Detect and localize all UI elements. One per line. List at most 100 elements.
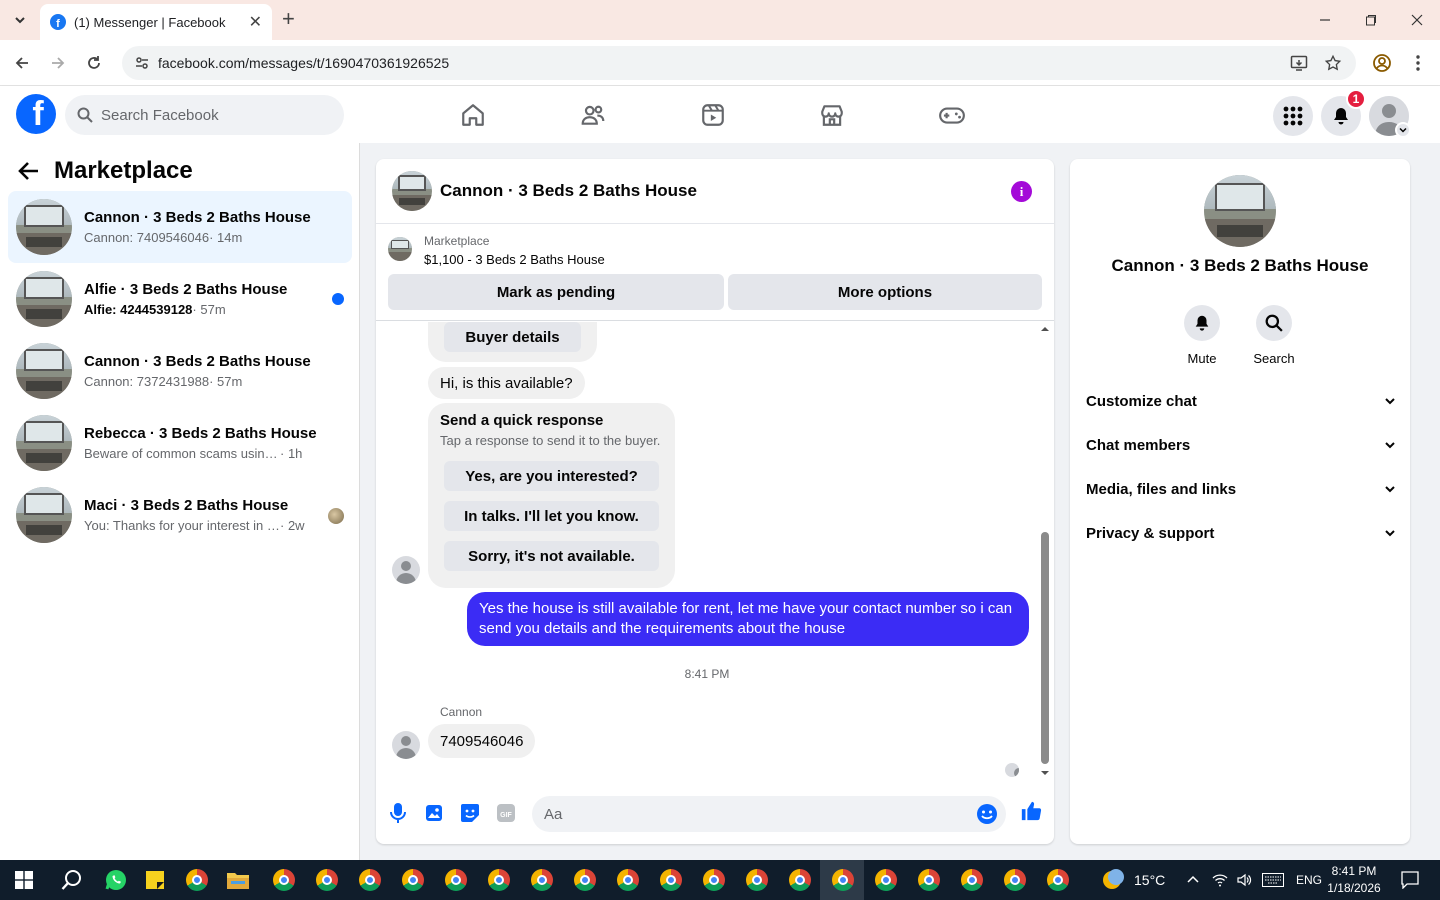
tab-search-button[interactable]	[8, 8, 32, 32]
gif-icon[interactable]: GIF	[495, 802, 517, 824]
notification-center-button[interactable]	[1396, 866, 1424, 894]
chrome-taskbar-icon[interactable]	[743, 866, 771, 894]
chrome-taskbar-icon[interactable]	[872, 866, 900, 894]
close-window-button[interactable]	[1394, 0, 1440, 40]
chat-thumbnail[interactable]	[392, 171, 432, 211]
bookmark-star-icon[interactable]	[1324, 54, 1342, 72]
nav-friends[interactable]	[578, 100, 608, 130]
whatsapp-taskbar-icon[interactable]	[102, 866, 130, 894]
quick-response-button[interactable]: Sorry, it's not available.	[444, 541, 659, 571]
chrome-taskbar-icon[interactable]	[1001, 866, 1029, 894]
privacy-support-section[interactable]: Privacy & support	[1086, 513, 1396, 553]
back-button[interactable]	[10, 51, 34, 75]
taskbar-search-button[interactable]	[58, 866, 86, 894]
reload-button[interactable]	[82, 51, 106, 75]
message-input-field[interactable]	[532, 796, 1006, 832]
chat-profile-image[interactable]	[1204, 175, 1276, 247]
start-button[interactable]	[10, 866, 38, 894]
chrome-taskbar-icon[interactable]	[442, 866, 470, 894]
chrome-taskbar-icon[interactable]	[1044, 866, 1072, 894]
message-input[interactable]	[544, 805, 964, 823]
forward-button[interactable]	[46, 51, 70, 75]
facebook-logo-icon[interactable]: f	[16, 94, 56, 134]
conversation-item[interactable]: Cannon · 3 Beds 2 Baths House Cannon: 74…	[8, 191, 352, 263]
chevron-up-icon[interactable]	[1186, 873, 1200, 887]
chat-members-section[interactable]: Chat members	[1086, 425, 1396, 465]
file-explorer-taskbar-icon[interactable]	[224, 866, 252, 894]
quick-response-button[interactable]: In talks. I'll let you know.	[444, 501, 659, 531]
nav-marketplace[interactable]	[817, 100, 847, 130]
chrome-taskbar-icon[interactable]	[915, 866, 943, 894]
listing-title[interactable]: $1,100 - 3 Beds 2 Baths House	[424, 252, 605, 267]
menu-button[interactable]	[1273, 96, 1313, 136]
conversation-item[interactable]: Cannon · 3 Beds 2 Baths House Cannon: 73…	[8, 335, 352, 407]
voice-clip-icon[interactable]	[387, 802, 409, 824]
profile-button[interactable]	[1370, 51, 1394, 75]
nav-home[interactable]	[458, 100, 488, 130]
conversation-item[interactable]: Maci · 3 Beds 2 Baths House You: Thanks …	[8, 479, 352, 551]
clock[interactable]: 8:41 PM 1/18/2026	[1322, 863, 1386, 897]
chrome-taskbar-icon[interactable]	[657, 866, 685, 894]
buyer-details-button[interactable]: Buyer details	[444, 322, 581, 352]
weather-widget[interactable]: 15°C	[1100, 860, 1165, 900]
message-timestamp: 8:41 PM	[684, 667, 730, 681]
browser-menu-button[interactable]	[1406, 51, 1430, 75]
emoji-icon[interactable]	[976, 803, 998, 825]
info-icon[interactable]: i	[1011, 181, 1032, 202]
conversation-time: · 1h	[280, 446, 303, 461]
nav-gaming[interactable]	[937, 100, 967, 130]
site-info-icon[interactable]	[134, 55, 150, 71]
chrome-taskbar-icon[interactable]	[958, 866, 986, 894]
scrollbar[interactable]	[1040, 322, 1050, 784]
search-input[interactable]	[101, 106, 321, 124]
chrome-taskbar-icon[interactable]	[270, 866, 298, 894]
conversation-name: Cannon · 3 Beds 2 Baths House	[84, 353, 311, 370]
chrome-taskbar-icon[interactable]	[399, 866, 427, 894]
seen-avatar	[328, 508, 344, 524]
back-arrow-icon[interactable]	[18, 160, 40, 182]
quick-response-button[interactable]: Yes, are you interested?	[444, 461, 659, 491]
mute-action[interactable]: Mute	[1172, 305, 1232, 366]
listing-thumbnail-small[interactable]	[388, 237, 412, 261]
chrome-taskbar-icon[interactable]	[829, 866, 857, 894]
chrome-taskbar-icon[interactable]	[571, 866, 599, 894]
facebook-search[interactable]	[65, 95, 344, 135]
media-files-section[interactable]: Media, files and links	[1086, 469, 1396, 509]
thumbs-up-icon[interactable]	[1020, 800, 1042, 822]
keyboard-icon[interactable]	[1262, 873, 1284, 887]
conversation-item[interactable]: Alfie · 3 Beds 2 Baths House Alfie: 4244…	[8, 263, 352, 335]
notification-badge: 1	[1346, 89, 1366, 109]
search-action[interactable]: Search	[1244, 305, 1304, 366]
network-icon[interactable]	[1212, 872, 1228, 888]
address-bar[interactable]: facebook.com/messages/t/1690470361926525	[122, 46, 1356, 80]
input-language[interactable]: ENG	[1296, 873, 1322, 887]
photo-icon[interactable]	[423, 802, 445, 824]
minimize-button[interactable]	[1302, 0, 1348, 40]
chrome-taskbar-icon[interactable]	[614, 866, 642, 894]
chrome-taskbar-icon[interactable]	[528, 866, 556, 894]
nav-video[interactable]	[698, 100, 728, 130]
close-tab-icon[interactable]: ✕	[249, 12, 262, 32]
sticky-notes-taskbar-icon[interactable]	[141, 866, 169, 894]
account-chevron-icon[interactable]	[1395, 122, 1411, 138]
customize-chat-section[interactable]: Customize chat	[1086, 381, 1396, 421]
chrome-taskbar-icon[interactable]	[786, 866, 814, 894]
chrome-taskbar-icon[interactable]	[183, 866, 211, 894]
chrome-taskbar-icon[interactable]	[485, 866, 513, 894]
sticker-icon[interactable]	[459, 802, 481, 824]
facebook-favicon-icon: f	[50, 14, 66, 30]
new-tab-button[interactable]: +	[282, 8, 295, 30]
chrome-taskbar-icon[interactable]	[356, 866, 384, 894]
volume-icon[interactable]	[1236, 872, 1252, 888]
chrome-taskbar-icon[interactable]	[313, 866, 341, 894]
conversation-time: · 57m	[192, 302, 226, 317]
maximize-button[interactable]	[1348, 0, 1394, 40]
more-options-button[interactable]: More options	[728, 274, 1042, 310]
search-icon	[1265, 314, 1283, 332]
browser-tab[interactable]: f (1) Messenger | Facebook ✕	[40, 4, 272, 40]
conversation-item[interactable]: Rebecca · 3 Beds 2 Baths House Beware of…	[8, 407, 352, 479]
chrome-taskbar-icon[interactable]	[700, 866, 728, 894]
conversation-snippet: Beware of common scams using pay...	[84, 446, 280, 461]
install-app-icon[interactable]	[1290, 54, 1308, 72]
mark-pending-button[interactable]: Mark as pending	[388, 274, 724, 310]
